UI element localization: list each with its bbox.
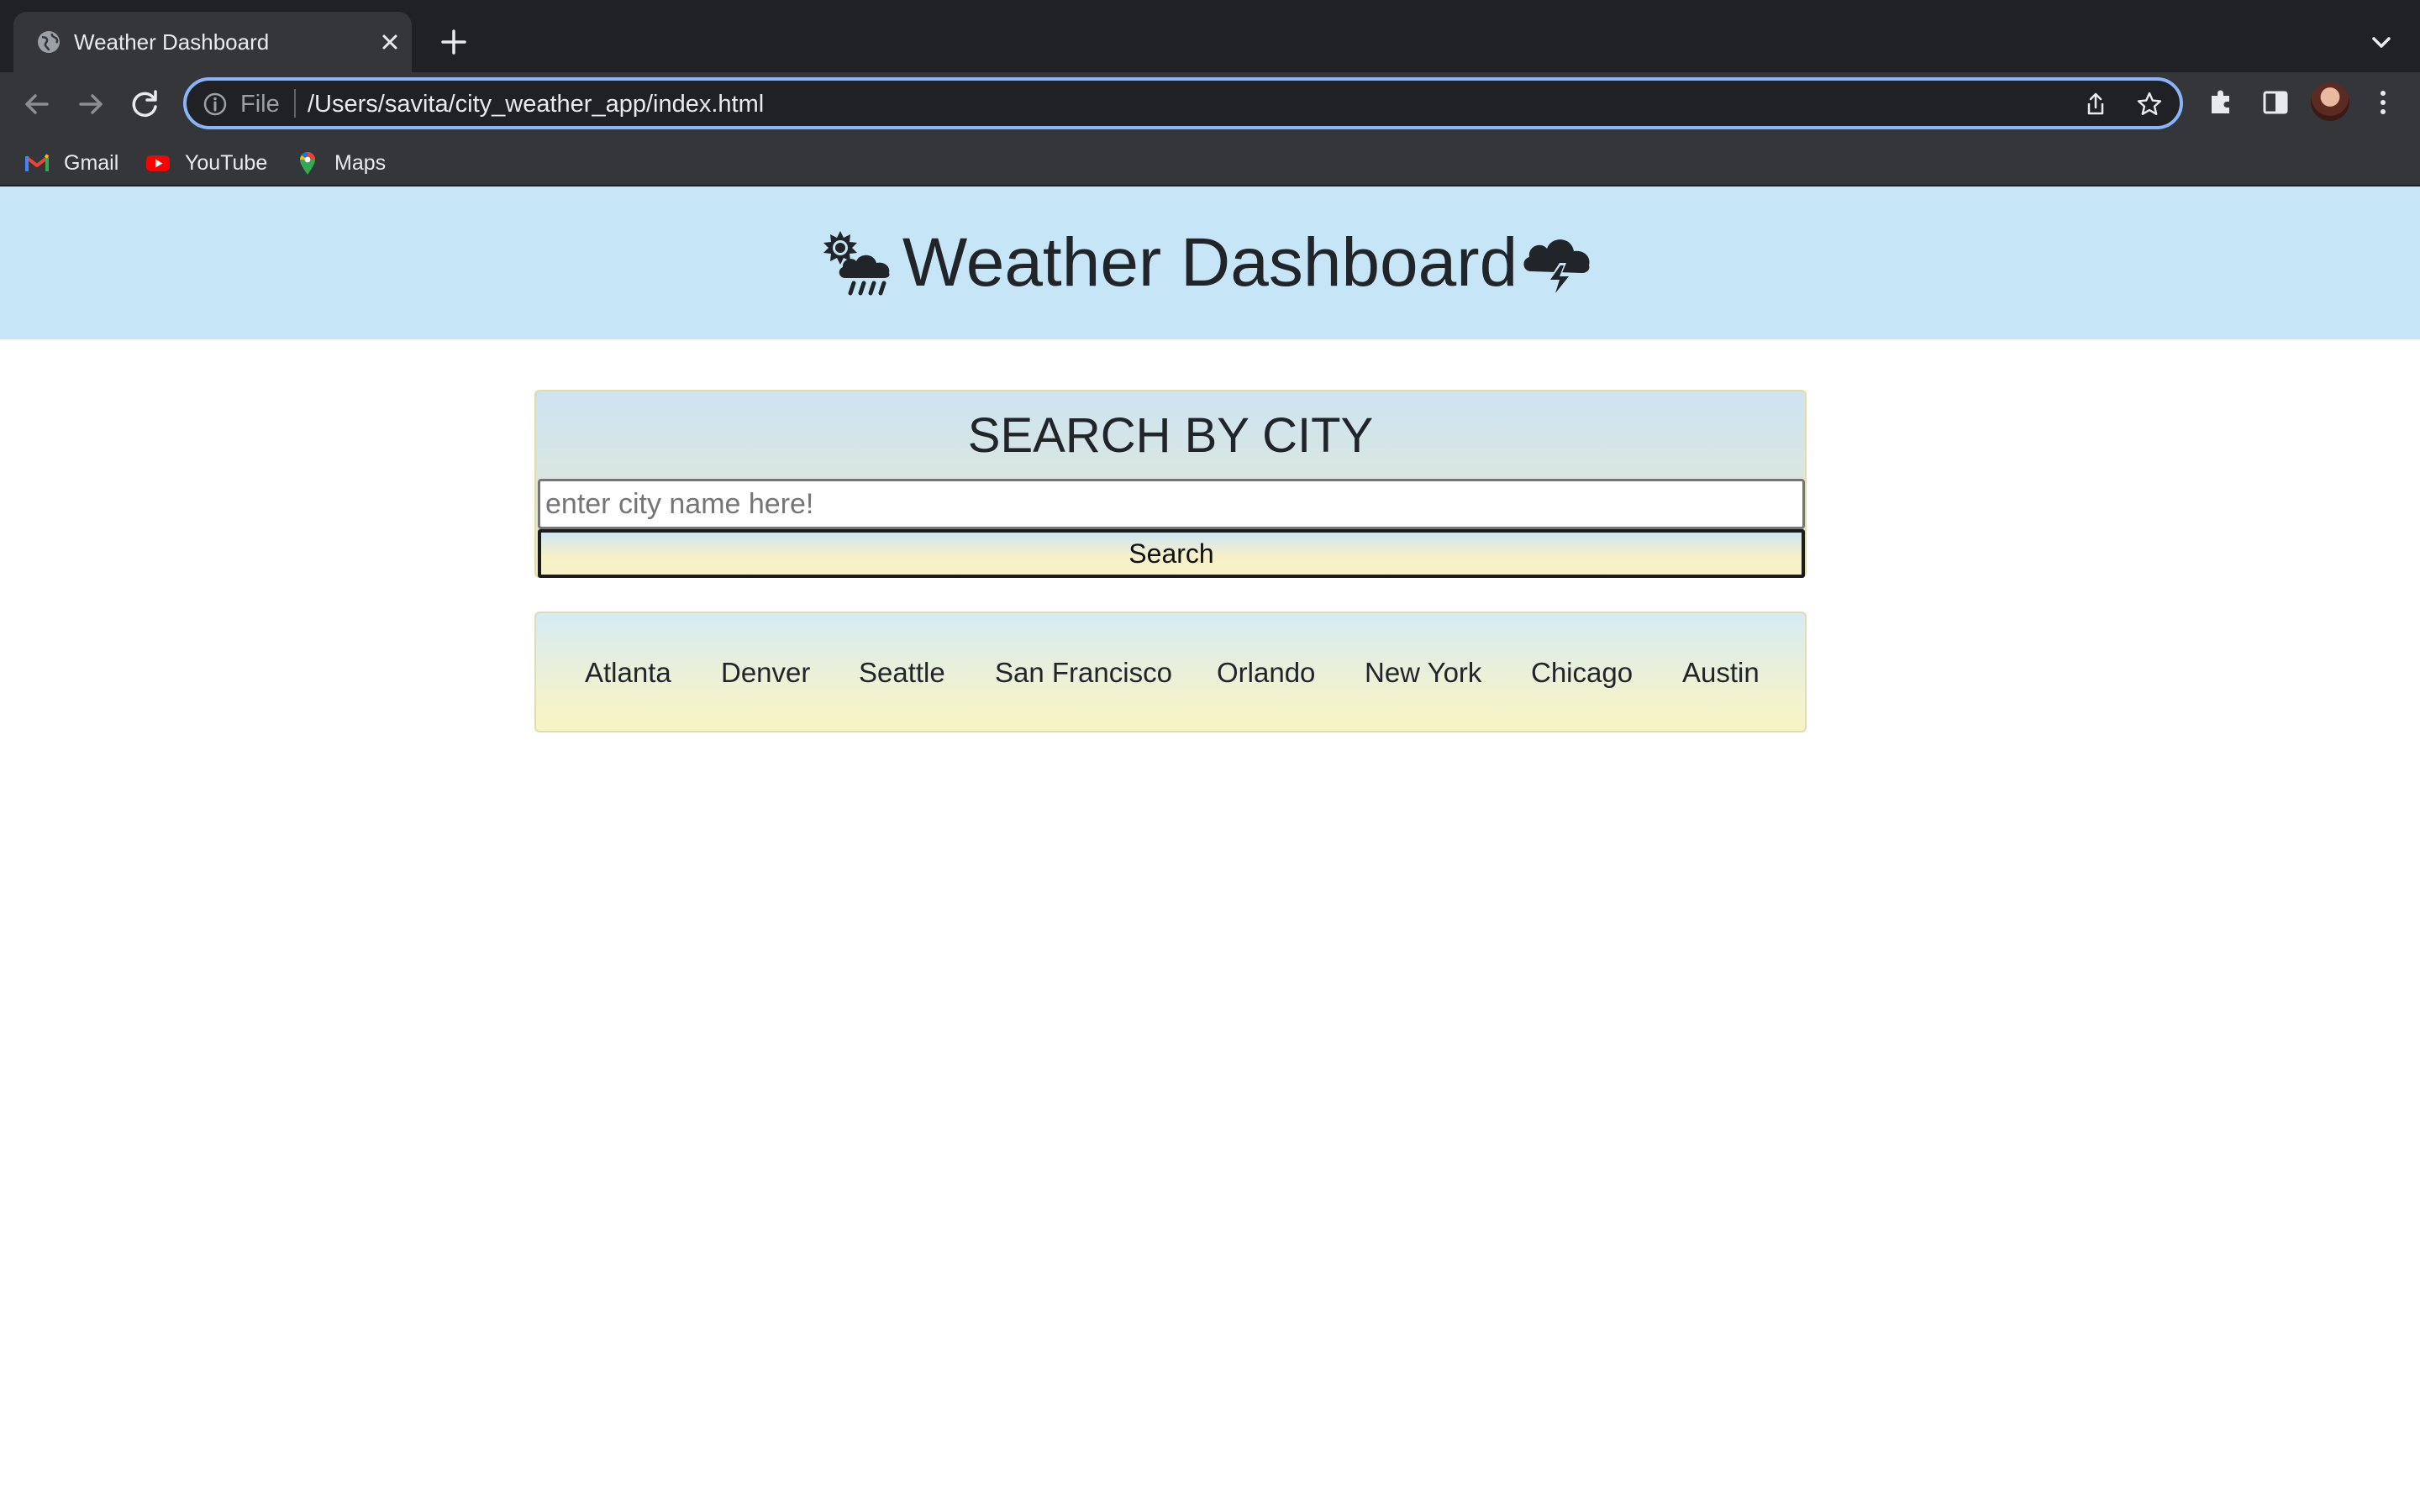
arrow-left-icon (25, 94, 49, 114)
thunder-cloud-icon (1523, 239, 1590, 298)
youtube-icon (146, 155, 170, 171)
sun-behind-rain-cloud-icon (823, 231, 890, 296)
search-card: SEARCH BY CITY Search (534, 390, 1807, 578)
maps-icon (300, 152, 315, 175)
address-bar[interactable]: File /Users/savita/city_weather_app/inde… (183, 77, 2183, 129)
city-search-input[interactable] (538, 479, 1805, 529)
reload-button[interactable] (124, 84, 165, 124)
city-button-austin[interactable]: Austin (1682, 654, 1760, 692)
more-menu-icon[interactable] (2366, 86, 2400, 119)
extensions-puzzle-icon[interactable] (2205, 86, 2238, 119)
city-button-san-francisco[interactable]: San Francisco (995, 654, 1172, 692)
new-tab-icon[interactable] (439, 27, 469, 57)
bookmark-label: Maps (334, 150, 387, 175)
city-button-new-york[interactable]: New York (1365, 654, 1481, 692)
globe-icon (38, 31, 60, 53)
page-title: Weather Dashboard (902, 224, 1518, 301)
profile-avatar[interactable] (2311, 82, 2349, 121)
side-panel-icon[interactable] (2259, 86, 2292, 119)
browser-tab-strip: Weather Dashboard (0, 0, 2420, 72)
search-heading: SEARCH BY CITY (967, 408, 1374, 463)
saved-cities-card: Atlanta Denver Seattle San Francisco Orl… (534, 612, 1807, 732)
bookmark-label: Gmail (64, 150, 119, 175)
page-header: Weather Dashboard (0, 186, 2420, 339)
omnibox-divider (294, 89, 296, 118)
bookmark-star-icon[interactable] (2136, 91, 2163, 118)
city-button-seattle[interactable]: Seattle (859, 654, 945, 692)
tab-title: Weather Dashboard (74, 29, 270, 55)
bookmark-maps[interactable]: Maps (294, 146, 386, 180)
url-text[interactable]: /Users/savita/city_weather_app/index.htm… (308, 89, 764, 119)
city-button-denver[interactable]: Denver (721, 654, 810, 692)
close-icon[interactable] (376, 29, 403, 55)
browser-tab-active[interactable]: Weather Dashboard (13, 12, 412, 72)
gmail-icon (24, 154, 50, 171)
bookmark-youtube[interactable]: YouTube (145, 146, 267, 180)
bookmarks-bar: Gmail YouTube Maps (0, 139, 2420, 186)
search-button[interactable]: Search (538, 529, 1805, 578)
bookmark-label: YouTube (185, 150, 268, 175)
info-icon[interactable] (202, 91, 229, 118)
forward-button[interactable] (71, 84, 111, 124)
city-button-orlando[interactable]: Orlando (1217, 654, 1315, 692)
share-icon[interactable] (2082, 91, 2109, 118)
header-title-row: Weather Dashboard (0, 186, 2420, 339)
url-scheme-label: File (240, 91, 280, 118)
bookmark-gmail[interactable]: Gmail (24, 146, 118, 180)
reload-icon (132, 90, 157, 118)
city-button-atlanta[interactable]: Atlanta (585, 654, 671, 692)
arrow-right-icon (79, 94, 103, 114)
back-button[interactable] (17, 84, 57, 124)
chevron-down-icon[interactable] (2368, 29, 2395, 55)
browser-toolbar: File /Users/savita/city_weather_app/inde… (0, 72, 2420, 202)
city-button-chicago[interactable]: Chicago (1531, 654, 1633, 692)
